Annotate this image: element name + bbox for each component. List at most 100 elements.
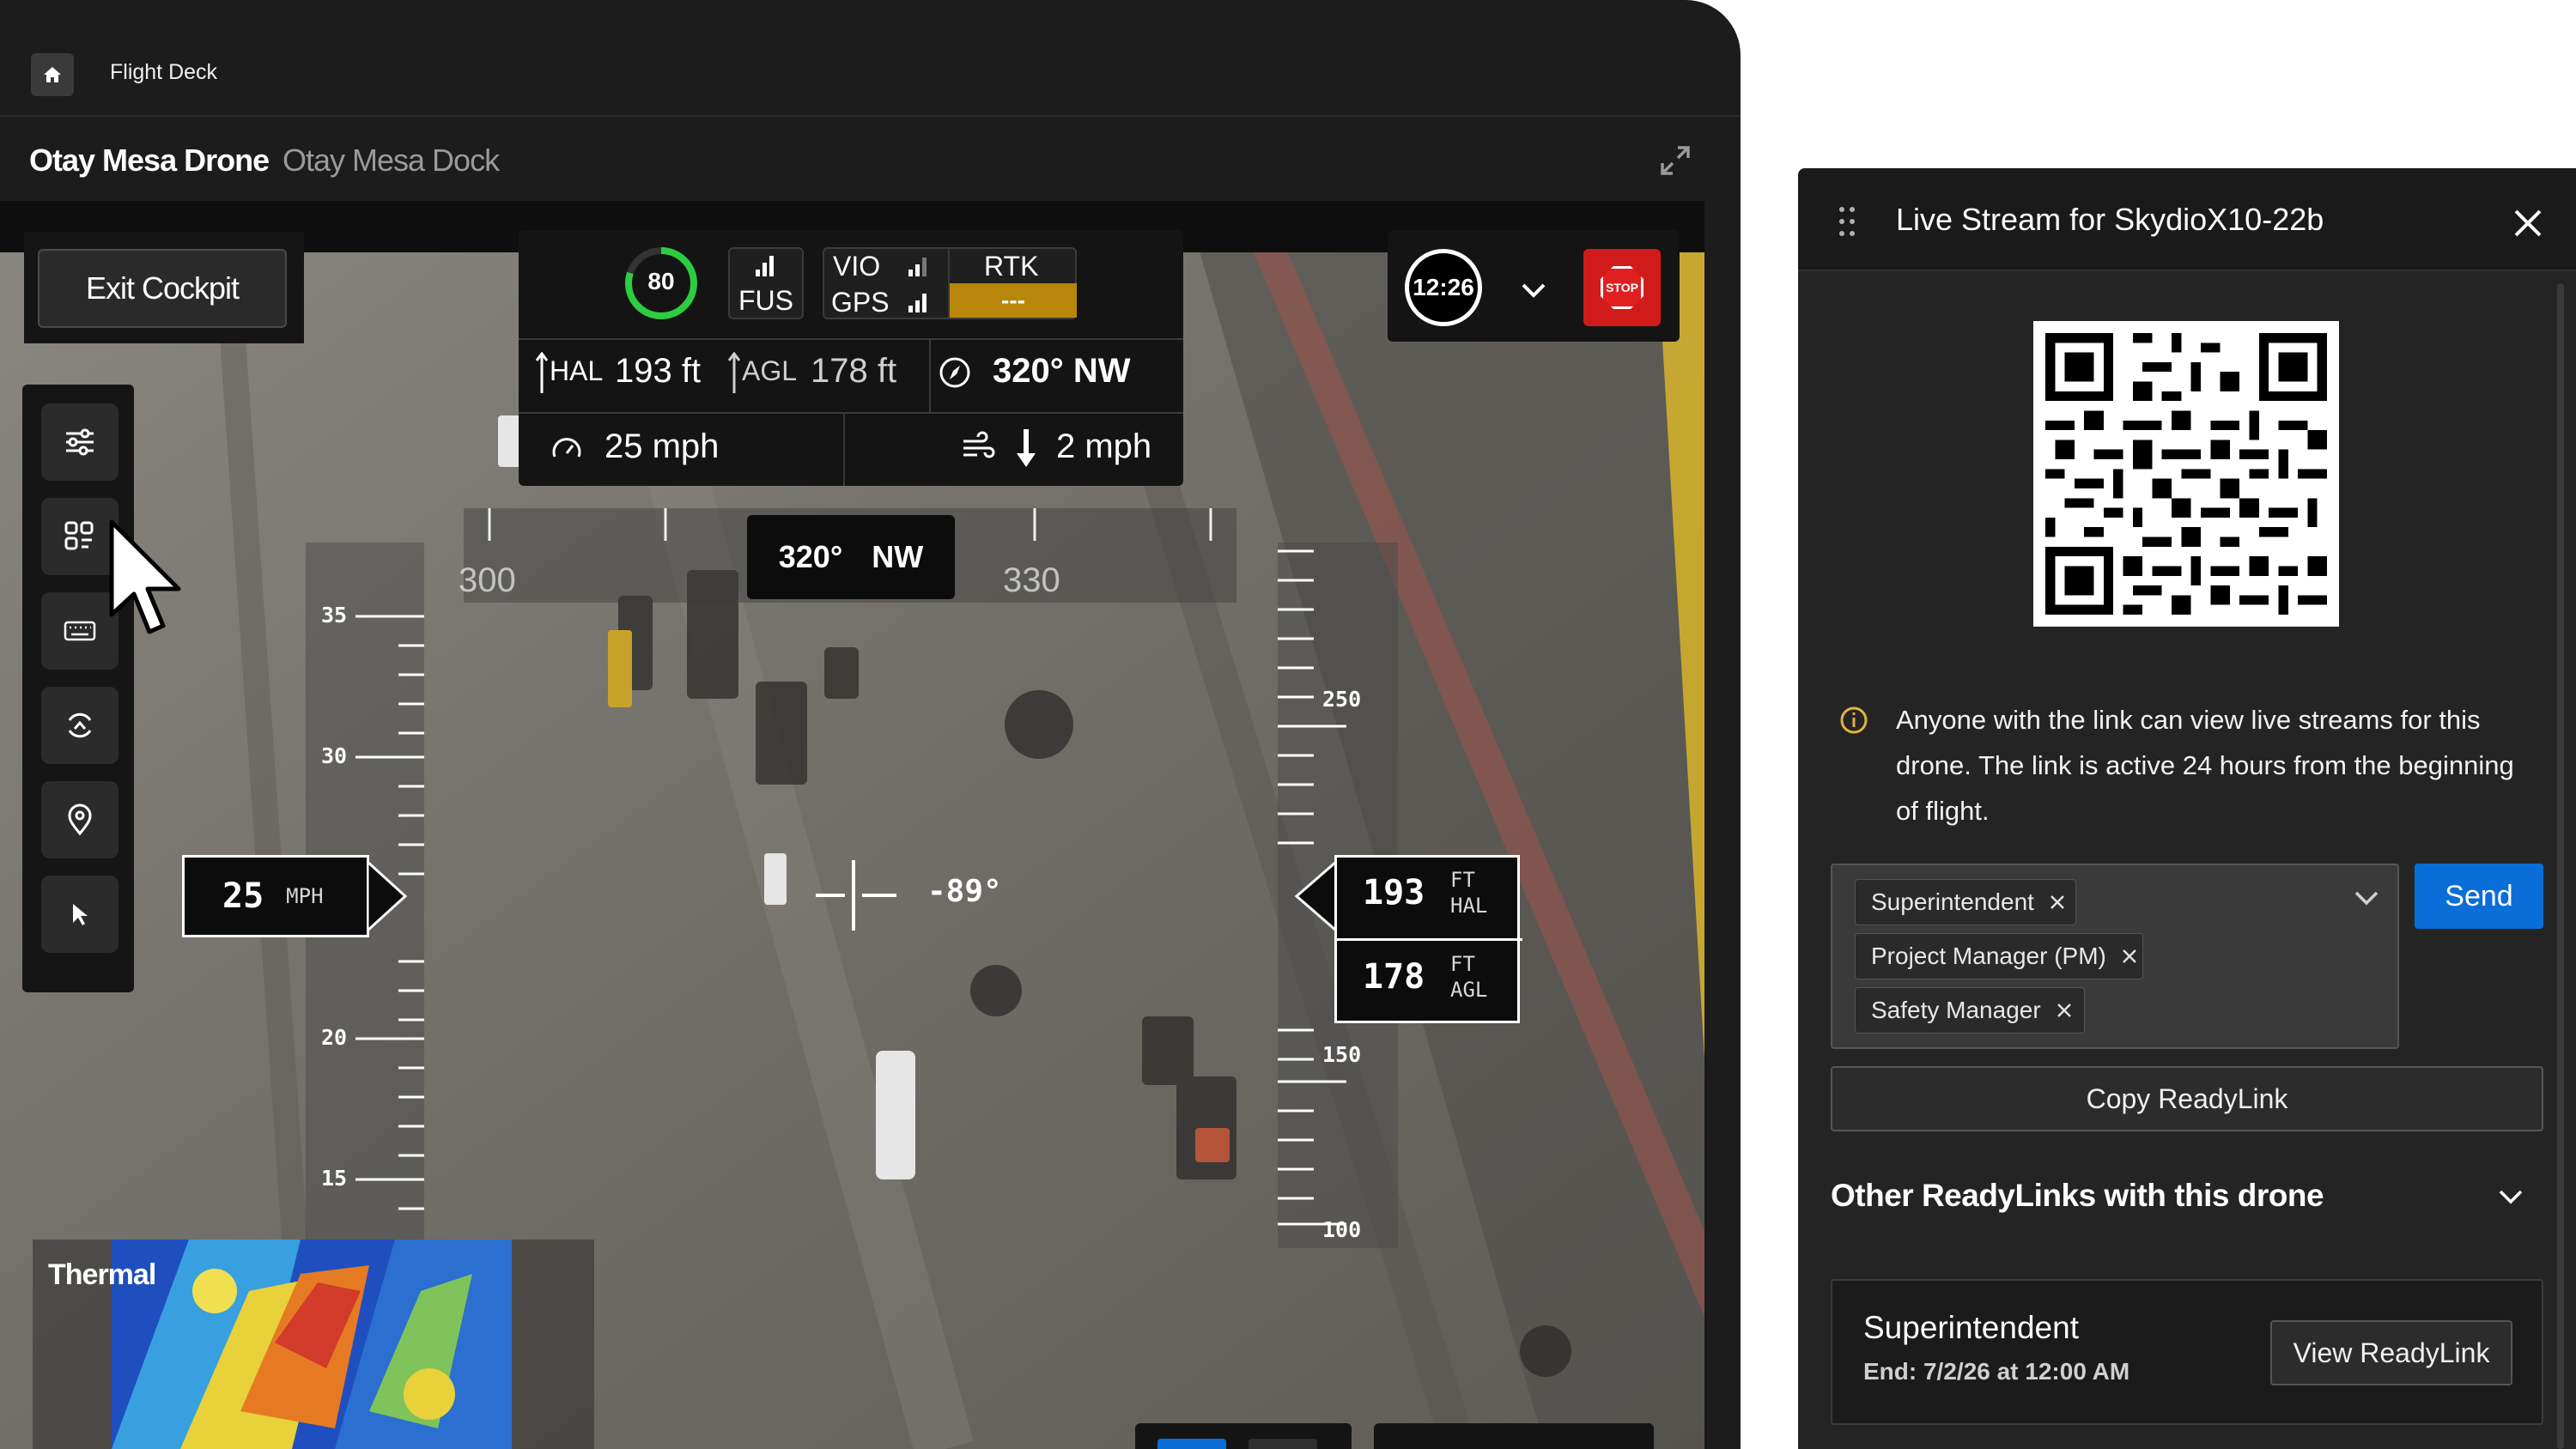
altitude-tick-150: 150 xyxy=(1322,1042,1362,1067)
heading-box: 320° NW xyxy=(747,515,955,599)
home-button[interactable] xyxy=(31,53,74,96)
telemetry-divider-1 xyxy=(519,338,1183,340)
chevron-down-icon[interactable] xyxy=(2351,884,2382,910)
pointer-icon xyxy=(73,904,88,925)
bottom-control-active[interactable] xyxy=(1157,1439,1226,1449)
remove-recipient-icon[interactable] xyxy=(2046,891,2069,913)
vio-label: VIO xyxy=(833,251,881,282)
chevron-down-icon[interactable] xyxy=(1518,276,1549,302)
thermal-pip-image xyxy=(112,1240,512,1449)
agl-arrow-icon xyxy=(727,352,741,393)
recipient-chip: Safety Manager xyxy=(1855,987,2085,1034)
heading-degrees: 320° xyxy=(778,539,843,574)
heading-readout: 320° NW xyxy=(993,352,1131,390)
remove-recipient-icon[interactable] xyxy=(2053,999,2075,1022)
wind-icon xyxy=(963,431,995,458)
view-readylink-button[interactable]: View ReadyLink xyxy=(2270,1320,2512,1385)
location-tool-button[interactable] xyxy=(41,781,118,858)
top-bar xyxy=(0,0,1741,117)
copy-readylink-button[interactable]: Copy ReadyLink xyxy=(1831,1066,2543,1131)
bottom-controls xyxy=(1135,1423,1654,1449)
crosshair-icon xyxy=(816,860,896,931)
thermal-label: Thermal xyxy=(48,1258,156,1291)
rtk-label: RTK xyxy=(984,251,1039,282)
wind-direction-icon xyxy=(1017,429,1036,467)
wind-readout: 2 mph xyxy=(1056,427,1152,465)
settings-tool-button[interactable] xyxy=(41,403,118,481)
altitude-tick-250: 250 xyxy=(1322,687,1362,712)
pointer-tool-button[interactable] xyxy=(41,876,118,953)
location-pin-icon xyxy=(68,803,92,836)
hal-value: 193 ft xyxy=(615,352,702,390)
home-icon xyxy=(44,67,61,82)
exit-cockpit-button[interactable]: Exit Cockpit xyxy=(38,249,287,328)
speed-tick-30: 30 xyxy=(321,743,348,768)
speed-unit: MPH xyxy=(286,884,324,908)
gps-signal-icon xyxy=(908,294,927,312)
speed-tick-35: 35 xyxy=(321,603,348,627)
orbit-icon xyxy=(68,712,92,738)
speed-pointer xyxy=(368,862,408,931)
close-icon[interactable] xyxy=(2511,206,2545,240)
rtk-value: --- xyxy=(1001,287,1025,313)
gps-label: GPS xyxy=(831,287,890,318)
vio-signal-icon xyxy=(908,258,927,276)
speed-readout: 25 mph xyxy=(605,427,720,465)
readylink-info-text: Anyone with the link can view live strea… xyxy=(1896,705,2514,826)
agl-unit-agl: AGL xyxy=(1450,978,1488,1002)
compass-icon xyxy=(939,357,970,388)
chevron-down-icon[interactable] xyxy=(2495,1183,2526,1209)
hal-unit-ft: FT xyxy=(1450,868,1475,892)
agl-unit-ft: FT xyxy=(1450,952,1475,976)
orbit-tool-button[interactable] xyxy=(41,687,118,764)
speed-tick-15: 15 xyxy=(321,1166,348,1191)
recipient-chip-label: Project Manager (PM) xyxy=(1871,943,2106,969)
live-stream-title: Live Stream for SkydioX10-22b xyxy=(1896,202,2324,237)
send-button[interactable]: Send xyxy=(2415,864,2543,929)
info-icon xyxy=(1840,706,1868,734)
recipient-chip: Project Manager (PM) xyxy=(1855,933,2143,979)
heading-tick-right: 330 xyxy=(1003,561,1060,599)
hal-altitude-value: 193 xyxy=(1363,873,1425,912)
hal-arrow-icon xyxy=(535,352,549,393)
app-title: Flight Deck xyxy=(110,60,218,84)
recipient-chip-label: Safety Manager xyxy=(1871,997,2041,1023)
altitude-indicator: 193 FT HAL 178 FT AGL xyxy=(1334,855,1522,1023)
bottom-control-group-2 xyxy=(1374,1423,1654,1449)
agl-altitude-value: 178 xyxy=(1363,957,1425,997)
hal-unit-hal: HAL xyxy=(1450,894,1488,918)
agl-value: 178 ft xyxy=(811,352,897,390)
mouse-cursor-icon xyxy=(109,519,181,634)
telemetry-divider-3 xyxy=(929,340,931,412)
flight-deck-window: Flight Deck Otay Mesa Drone Otay Mesa Do… xyxy=(0,0,1741,1449)
altitude-tick-100: 100 xyxy=(1322,1217,1362,1242)
heading-tick-left: 300 xyxy=(459,561,516,599)
bottom-control-secondary[interactable] xyxy=(1249,1439,1317,1449)
sliders-icon xyxy=(66,428,94,456)
qr-code xyxy=(2033,321,2339,627)
remove-recipient-icon[interactable] xyxy=(2118,945,2141,967)
gimbal-pitch-readout: -89° xyxy=(927,874,1002,909)
speed-value: 25 xyxy=(222,876,264,916)
battery-percent: 80 xyxy=(647,268,675,294)
telemetry-divider-2 xyxy=(519,412,1183,414)
stop-icon: STOP xyxy=(1601,266,1643,309)
altitude-pointer xyxy=(1294,862,1336,931)
drag-handle-icon[interactable] xyxy=(1834,204,1860,239)
speed-indicator: 25 MPH xyxy=(182,855,369,937)
stop-button[interactable]: STOP xyxy=(1583,249,1661,326)
dock-name: Otay Mesa Dock xyxy=(283,142,500,178)
other-readylinks-title: Other ReadyLinks with this drone xyxy=(1831,1178,2324,1213)
heading-direction: NW xyxy=(872,539,924,574)
speed-tick-20: 20 xyxy=(321,1025,348,1050)
panel-scrollbar[interactable] xyxy=(2557,283,2564,1449)
expand-icon[interactable] xyxy=(1657,142,1693,179)
keyboard-icon xyxy=(64,621,96,641)
grid-icon xyxy=(64,521,94,550)
qr-code-icon xyxy=(2045,333,2327,615)
readylink-card-title: Superintendent xyxy=(1863,1310,2079,1345)
recipient-chip: Superintendent xyxy=(1855,879,2076,925)
fus-label: FUS xyxy=(738,285,793,316)
speedometer-icon xyxy=(552,438,581,458)
agl-label: AGL xyxy=(742,355,798,386)
